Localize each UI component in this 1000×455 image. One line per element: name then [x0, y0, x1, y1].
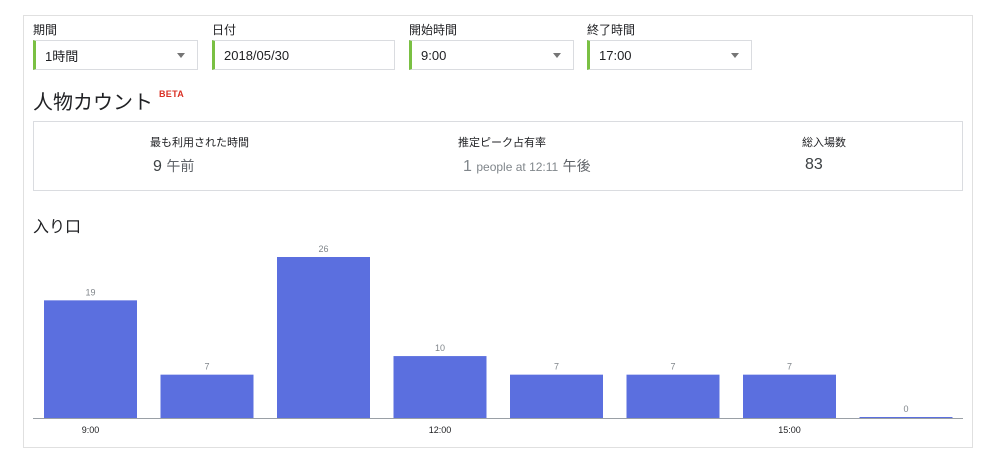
bar-9:00[interactable]	[44, 300, 137, 418]
stats-panel: 最も利用された時間 9 午前 推定ピーク占有率 1 people at 12:1…	[33, 121, 963, 191]
bar-value-label: 26	[318, 244, 328, 254]
bar-12:00[interactable]	[393, 356, 487, 418]
people-count-title: 人物カウント BETA	[33, 86, 184, 115]
people-count-heading: 人物カウント	[33, 92, 153, 114]
date-field[interactable]: 日付 2018/05/30	[212, 23, 395, 70]
date-input[interactable]: 2018/05/30	[212, 40, 395, 70]
most-used-value: 9	[153, 158, 162, 175]
end-time-select[interactable]: 17:00	[587, 40, 752, 70]
bar-13:00[interactable]	[510, 374, 603, 418]
peak-value: 1	[463, 158, 472, 175]
start-time-select[interactable]: 9:00	[409, 40, 574, 70]
bar-value-label: 7	[204, 362, 209, 372]
x-tick-label: 12:00	[429, 425, 452, 435]
entrance-title: 入り口	[33, 219, 82, 236]
beta-badge: BETA	[159, 89, 185, 99]
x-tick-label: 15:00	[778, 425, 801, 435]
bar-value-label: 0	[903, 404, 908, 414]
bar-11:00[interactable]	[277, 257, 370, 418]
chevron-down-icon	[177, 53, 185, 58]
entrance-bar-chart: 19 9:00 7 26 10 12:00 7 7 7 15:00 0	[33, 244, 963, 435]
start-time-value: 9:00	[421, 47, 447, 63]
period-value: 1時間	[45, 48, 79, 64]
bar-value-label: 7	[554, 362, 559, 372]
period-label: 期間	[33, 23, 58, 37]
most-used-value-row: 9 午前	[153, 156, 249, 176]
total-value: 83	[805, 156, 823, 173]
most-used-stat: 最も利用された時間 9 午前	[150, 134, 249, 176]
bar-14:00[interactable]	[626, 374, 720, 418]
most-used-suffix: 午前	[166, 158, 195, 174]
bar-value-label: 7	[787, 362, 792, 372]
total-stat: 総入場数 83	[802, 134, 846, 174]
most-used-label: 最も利用された時間	[150, 137, 249, 149]
bar-value-label: 19	[85, 287, 95, 297]
x-tick-label: 9:00	[82, 425, 100, 435]
peak-label: 推定ピーク占有率	[458, 137, 546, 149]
period-field[interactable]: 期間 1時間	[33, 23, 198, 70]
bar-value-label: 10	[435, 343, 445, 353]
bar-16:00[interactable]	[859, 417, 953, 418]
peak-stat: 推定ピーク占有率 1 people at 12:11 午後	[458, 134, 591, 176]
peak-value-row: 1 people at 12:11 午後	[463, 156, 591, 176]
end-time-value: 17:00	[599, 47, 632, 63]
end-time-field[interactable]: 終了時間 17:00	[587, 23, 752, 70]
date-value: 2018/05/30	[224, 47, 290, 63]
total-label: 総入場数	[802, 137, 846, 149]
bar-15:00[interactable]	[743, 374, 836, 418]
period-select[interactable]: 1時間	[33, 40, 198, 70]
end-time-label: 終了時間	[587, 23, 636, 37]
peak-detail: people at 12:11	[476, 160, 559, 174]
date-label: 日付	[212, 23, 237, 37]
bar-10:00[interactable]	[160, 374, 254, 418]
start-time-label: 開始時間	[409, 23, 458, 37]
bar-value-label: 7	[670, 362, 675, 372]
peak-suffix: 午後	[562, 158, 591, 174]
chevron-down-icon	[553, 53, 561, 58]
chevron-down-icon	[731, 53, 739, 58]
start-time-field[interactable]: 開始時間 9:00	[409, 23, 574, 70]
